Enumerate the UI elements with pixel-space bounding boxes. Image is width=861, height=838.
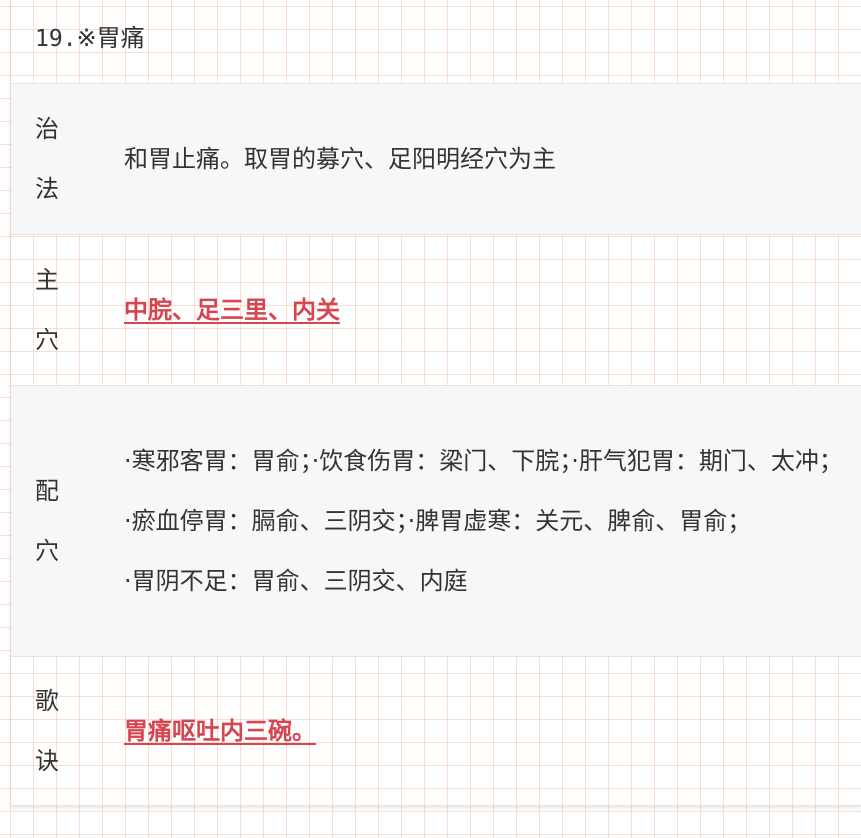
row-content-treatment-principle: 和胃止痛。取胃的募穴、足阳明经穴为主 (124, 145, 556, 173)
label-char: 穴 (35, 537, 59, 565)
supplementary-line: ·寒邪客胃：胃俞；·饮食伤胃：梁门、下脘；·肝气犯胃：期门、太冲； (124, 447, 843, 475)
row-content-supplementary-points: ·寒邪客胃：胃俞；·饮食伤胃：梁门、下脘；·肝气犯胃：期门、太冲； ·瘀血停胃：… (124, 431, 853, 611)
acupuncture-table: 治法 和胃止痛。取胃的募穴、足阳明经穴为主 主穴 中脘、足三里、内关 配穴 ·寒… (11, 83, 861, 806)
highlighted-mnemonic: 胃痛呕吐内三碗。 (124, 717, 316, 745)
title-text: ※胃痛 (76, 24, 145, 52)
table-row-treatment-principle: 治法 和胃止痛。取胃的募穴、足阳明经穴为主 (11, 83, 861, 234)
label-char: 主 (35, 266, 59, 294)
label-char: 配 (35, 477, 59, 505)
label-char: 歌 (35, 687, 59, 715)
table-row-supplementary-points: 配穴 ·寒邪客胃：胃俞；·饮食伤胃：梁门、下脘；·肝气犯胃：期门、太冲； ·瘀血… (11, 385, 861, 656)
table-row-main-points: 主穴 中脘、足三里、内关 (11, 234, 861, 385)
label-char: 法 (35, 175, 59, 203)
row-label-treatment-principle: 治法 (35, 99, 61, 219)
supplementary-line: ·胃阴不足：胃俞、三阴交、内庭 (124, 567, 468, 595)
page-title: 19.※胃痛 (35, 16, 145, 61)
row-label-mnemonic: 歌诀 (35, 671, 61, 791)
row-label-supplementary-points: 配穴 (35, 461, 61, 581)
row-content-mnemonic: 胃痛呕吐内三碗。 (124, 701, 853, 761)
table-row-mnemonic: 歌诀 胃痛呕吐内三碗。 (11, 656, 861, 806)
highlighted-acupoints: 中脘、足三里、内关 (124, 296, 340, 324)
note-card: 19.※胃痛 治法 和胃止痛。取胃的募穴、足阳明经穴为主 主穴 中脘、足三里、内… (11, 0, 861, 806)
row-content-main-points: 中脘、足三里、内关 (124, 280, 853, 340)
supplementary-line: ·瘀血停胃：膈俞、三阴交；·脾胃虚寒：关元、脾俞、胃俞； (124, 507, 752, 535)
title-number: 19. (35, 26, 77, 52)
label-char: 治 (35, 115, 59, 143)
label-char: 穴 (35, 326, 59, 354)
row-label-main-points: 主穴 (35, 250, 61, 370)
label-char: 诀 (35, 747, 59, 775)
